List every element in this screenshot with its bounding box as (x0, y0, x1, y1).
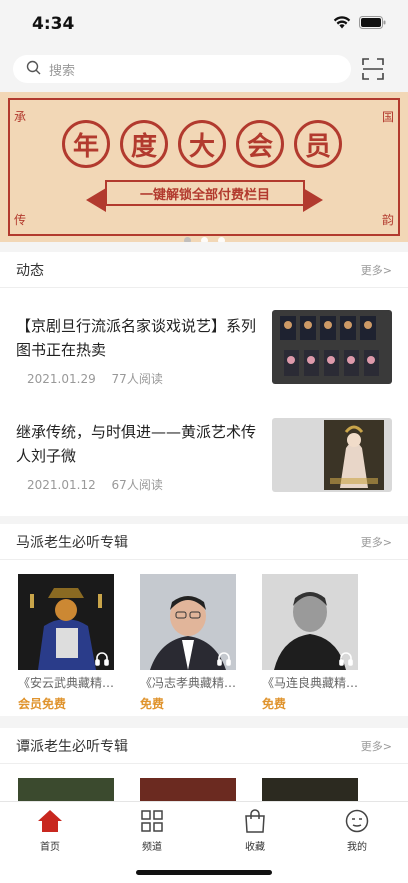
news-section: 动态 更多> 【京剧旦行流派名家谈戏说艺】系列图书正在热卖 2021.01.29… (0, 252, 408, 516)
album-cover (18, 574, 114, 670)
news-header: 动态 更多> (0, 252, 408, 288)
tan-school-section: 谭派老生必听专辑 更多> (0, 728, 408, 808)
album-card[interactable]: 《安云武典藏精… 会员免费 (18, 574, 114, 711)
album-row: 《安云武典藏精… 会员免费 《冯志孝典藏精… 免费 《马连良典藏精… 免费 (0, 560, 408, 711)
scan-icon (362, 58, 384, 84)
banner-corner-tl: 承 (14, 110, 27, 124)
tab-profile[interactable]: 我的 (327, 808, 387, 853)
album-card[interactable]: 《冯志孝典藏精… 免费 (140, 574, 236, 711)
album-price: 免费 (262, 697, 287, 711)
news-title: 【京剧旦行流派名家谈戏说艺】系列图书正在热卖 (16, 317, 257, 359)
pager-dot[interactable] (200, 237, 208, 242)
wifi-icon (333, 16, 351, 29)
banner-corner-tr: 国 (381, 110, 394, 124)
news-date: 2021.01.29 (27, 372, 96, 386)
album-cover (140, 574, 236, 670)
banner-corner-bl: 传 (14, 213, 27, 227)
profile-icon (327, 808, 387, 834)
status-bar: 4:34 (0, 0, 408, 48)
news-reads: 67人阅读 (111, 478, 163, 492)
album-cover (262, 574, 358, 670)
banner-title: 年 度 大 会 员 (62, 120, 342, 168)
membership-banner[interactable]: 承 国 传 韵 年 度 大 会 员 一键解锁全部付费栏目 (0, 92, 408, 242)
banner-title-char: 度 (120, 120, 168, 168)
album-price: 会员免费 (18, 697, 67, 711)
more-link[interactable]: 更多> (361, 738, 392, 754)
battery-icon (359, 16, 386, 29)
tab-label: 收藏 (245, 842, 265, 853)
headphone-icon (94, 650, 110, 666)
headphone-icon (338, 650, 354, 666)
album-price: 免费 (140, 697, 165, 711)
news-meta: 2021.01.29 77人阅读 (27, 370, 163, 387)
news-meta: 2021.01.12 67人阅读 (27, 476, 163, 493)
banner-title-char: 年 (62, 120, 110, 168)
tan-section-header: 谭派老生必听专辑 更多> (0, 728, 408, 764)
book-series-thumbnail (272, 310, 392, 384)
album-card[interactable]: 《马连良典藏精… 免费 (262, 574, 358, 711)
tab-favorites[interactable]: 收藏 (225, 808, 285, 853)
banner-pager[interactable] (0, 237, 408, 242)
section-title: 谭派老生必听专辑 (16, 738, 128, 755)
tab-label: 我的 (347, 842, 367, 853)
news-item[interactable]: 【京剧旦行流派名家谈戏说艺】系列图书正在热卖 2021.01.29 77人阅读 (0, 288, 408, 396)
tab-label: 首页 (40, 842, 60, 853)
ma-section-header: 马派老生必听专辑 更多> (0, 524, 408, 560)
banner-title-char: 员 (294, 120, 342, 168)
search-icon (26, 60, 41, 79)
bag-icon (225, 808, 285, 834)
status-time: 4:34 (32, 14, 75, 34)
headphone-icon (216, 650, 232, 666)
pager-dot[interactable] (217, 237, 225, 242)
section-title: 马派老生必听专辑 (16, 534, 128, 551)
opera-performer-thumbnail (272, 418, 392, 492)
album-name: 《安云武典藏精… (18, 676, 114, 690)
news-date: 2021.01.12 (27, 478, 96, 492)
home-icon (20, 808, 80, 834)
banner-title-char: 大 (178, 120, 226, 168)
status-icons (333, 16, 386, 29)
ribbon-left-tail (86, 188, 106, 212)
news-title: 继承传统，与时俱进——黄派艺术传人刘子微 (16, 423, 257, 465)
ribbon-right-tail (303, 188, 323, 212)
banner-corner-br: 韵 (381, 213, 394, 227)
banner-subtitle: 一键解锁全部付费栏目 (105, 180, 305, 206)
more-link[interactable]: 更多> (361, 262, 392, 278)
tab-label: 频道 (142, 842, 162, 853)
scan-button[interactable] (362, 58, 384, 80)
album-name: 《冯志孝典藏精… (140, 676, 236, 690)
tab-home[interactable]: 首页 (20, 808, 80, 853)
tab-bar: 首页 频道 收藏 我的 (0, 801, 408, 883)
grid-icon (122, 808, 182, 834)
pager-dot[interactable] (183, 237, 191, 242)
album-name: 《马连良典藏精… (262, 676, 358, 690)
tab-channels[interactable]: 频道 (122, 808, 182, 853)
search-row: 搜索 (0, 52, 408, 88)
section-title: 动态 (16, 262, 44, 279)
more-link[interactable]: 更多> (361, 534, 392, 550)
ma-school-section: 马派老生必听专辑 更多> 《安云武典藏精… 会员免费 《冯志孝典藏精… 免费 《… (0, 524, 408, 716)
news-item[interactable]: 继承传统，与时俱进——黄派艺术传人刘子微 2021.01.12 67人阅读 (0, 396, 408, 504)
banner-title-char: 会 (236, 120, 284, 168)
news-reads: 77人阅读 (111, 372, 163, 386)
home-indicator (136, 870, 272, 875)
search-placeholder: 搜索 (49, 63, 76, 79)
search-input[interactable]: 搜索 (13, 55, 351, 83)
